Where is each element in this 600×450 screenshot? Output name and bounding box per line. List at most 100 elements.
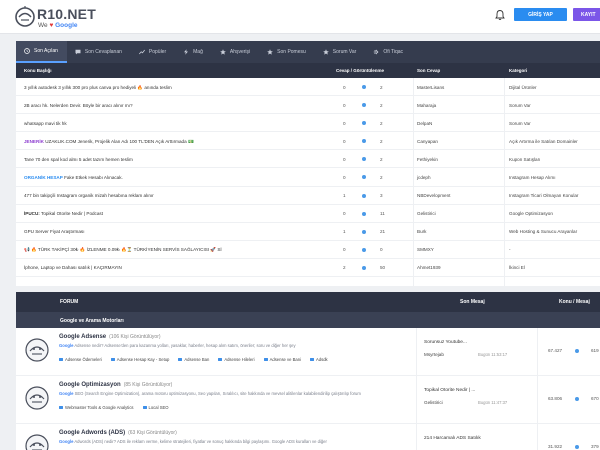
table-row[interactable]: ORGANİK HESAP Fake Etkek Hesabı Alınacak… — [16, 168, 600, 187]
topic-title-link[interactable]: whatsapp mavi tik hk — [24, 121, 67, 126]
last-reply-user[interactable]: Maharaja — [417, 103, 436, 108]
last-reply-user[interactable]: MasterLisans — [417, 85, 444, 90]
site-logo[interactable]: R10.NET We ♥ Google — [14, 4, 96, 30]
last-reply-user[interactable]: NBDevelopment — [417, 193, 450, 198]
subforum-link[interactable]: Adsense Ban — [178, 357, 209, 362]
topic-category-link[interactable]: - — [509, 247, 511, 252]
subforum-link[interactable]: Local SEO — [142, 405, 169, 410]
forum-description: Google Adsense nedir? Adsense'den para k… — [59, 343, 404, 349]
view-count: 2 — [380, 138, 383, 144]
table-row[interactable]: whatsapp mavi tik hk 0 2 DelpaN Sorum Var — [16, 114, 600, 133]
topic-category-link[interactable]: Web Hosting & Sunucu Arayanlar — [509, 229, 577, 234]
topics-table-header: Konu Başlığı Cevap / Görüntülenme Son Ce… — [16, 63, 600, 78]
last-reply-user[interactable]: Burk — [417, 229, 426, 234]
topic-category-link[interactable]: İkinci El — [509, 265, 525, 270]
last-reply-user[interactable]: Gelistirici — [417, 211, 436, 216]
topic-category-link[interactable]: Açık Artırma ile Satılan Domainler — [509, 139, 578, 144]
tab-label: Son Pomesu — [277, 49, 306, 55]
forum-title-link[interactable]: Google Adwords (ADS) (63 Kişi Görüntülüyo… — [59, 430, 177, 436]
topic-title-link[interactable]: GPU Server Fiyat Araştırması — [24, 229, 85, 234]
post-count: 670 — [591, 396, 599, 401]
login-button[interactable]: GİRİŞ YAP — [514, 8, 567, 21]
topic-title-link[interactable]: İPUCU: Topikal Otorite Nedir | Podcast — [24, 211, 103, 216]
col-stats: Konu / Mesaj — [559, 299, 590, 305]
forum-title-link[interactable]: Google Adsense (106 Kişi Görüntülüyor) — [59, 334, 161, 340]
subforum-link[interactable]: Adsense ve Bani — [263, 357, 301, 362]
last-post-user[interactable]: Msyrtejab — [424, 352, 444, 357]
notification-bell-icon[interactable] — [494, 9, 506, 21]
topic-category-link[interactable]: Kupon Satışları — [509, 157, 540, 162]
table-row[interactable]: İphone, Laptop ve Dahası satılık | KAÇIR… — [16, 259, 600, 278]
last-reply-user[interactable]: SMMXY — [417, 247, 434, 252]
topic-title: Topikal Otorite Nedir | Podcast — [39, 211, 103, 217]
last-reply-user[interactable]: Canyapan — [417, 139, 438, 144]
subforum-link[interactable]: Adsense Hesap Kay - Setup — [110, 357, 170, 362]
table-row[interactable]: JENERİK UZAKLIK.COM Jenerik, Projelik Al… — [16, 132, 600, 151]
forum-row[interactable]: Google Adsense (106 Kişi Görüntülüyor) Goo… — [16, 328, 600, 376]
forum-title-link[interactable]: Google Optimizasyon (85 Kişi Görüntülüyor… — [59, 382, 172, 388]
tab-son-açılan[interactable]: Son Açılan — [16, 41, 67, 63]
status-dot — [362, 121, 366, 126]
subforum-label: Adsense Hesap Kay - Setup — [116, 357, 170, 362]
last-reply-user[interactable]: Ahmet1939 — [417, 265, 441, 270]
topic-title-link[interactable]: JENERİK UZAKLIK.COM Jenerik, Projelik Al… — [24, 139, 194, 145]
last-post-title[interactable]: Sorunsuz Youtube... — [424, 340, 467, 345]
table-row[interactable]: GPU Server Fiyat Araştırması 1 21 Burk Web H… — [16, 223, 600, 241]
topic-category-link[interactable]: Google Optimizasyon — [509, 211, 553, 216]
tab-son-pomesu[interactable]: Son Pomesu — [259, 41, 315, 63]
post-count: 619 — [591, 348, 599, 353]
table-row[interactable]: 3 yıllık autodesk 3 yıllık 300 pro plus … — [16, 78, 600, 97]
topic-title-link[interactable]: 📢 🔥 TÜRK TAKİPÇİ 30₺ 🔥 İZLENME 0.09₺ 🔥⏳ … — [24, 247, 222, 253]
topic-title-link[interactable]: 2B aracı hk. Nelerden Devir. Böyle bir a… — [24, 103, 133, 108]
forum-section-header[interactable]: Google ve Arama Motorları — [16, 312, 600, 328]
forum-row[interactable]: Google Optimizasyon (85 Kişi Görüntülüyor… — [16, 376, 600, 424]
gear-icon — [374, 49, 379, 55]
last-reply-user[interactable]: Fethiyekin — [417, 157, 438, 162]
subforum-link[interactable]: Adsense Hileleri — [218, 357, 255, 362]
subforum-label: Adsense Hileleri — [224, 357, 255, 362]
subforum-link[interactable]: Webmaster Tools & Google Analytics — [59, 405, 134, 410]
topics-list: 3 yıllık autodesk 3 yıllık 300 pro plus … — [16, 78, 600, 278]
latest-topics-panel: Son Açılan Son Cevaplanan Popüler Mağ Ahşver… — [16, 41, 600, 286]
tab-mağ[interactable]: Mağ — [175, 41, 212, 63]
topic-title: GPU Server Fiyat Araştırması — [24, 229, 85, 235]
topic-title-link[interactable]: ORGANİK HESAP Fake Etkek Hesabı Alınacak… — [24, 175, 123, 180]
table-row[interactable]: Tane 70 den spal kod almı 5 adet tazım h… — [16, 150, 600, 169]
topic-title-link[interactable]: Tane 70 den spal kod almı 5 adet tazım h… — [24, 157, 133, 162]
view-count: 2 — [380, 174, 383, 180]
subforum-link[interactable]: Adsense Ödemeleri — [59, 357, 102, 362]
forum-desc-text: Adwords (ADS) nedir? ADS ile reklam verm… — [73, 439, 327, 444]
tab-sorum-var[interactable]: Sorum Var — [315, 41, 366, 63]
topic-title-link[interactable]: 3 yıllık autodesk 3 yıllık 300 pro plus … — [24, 85, 172, 91]
last-post-date: Bugün 11:47:37 — [478, 400, 508, 405]
subforum-label: Adsdk — [316, 357, 328, 362]
tab-ofi-tiqac[interactable]: Ofi Tiqac — [365, 41, 412, 63]
table-row[interactable]: 2B aracı hk. Nelerden Devir. Böyle bir a… — [16, 96, 600, 115]
topic-category-link[interactable]: Sorum Var — [509, 103, 531, 108]
topic-category-link[interactable]: Dijital Ürünler — [509, 85, 537, 90]
table-row[interactable]: 📢 🔥 TÜRK TAKİPÇİ 30₺ 🔥 İZLENME 0.09₺ 🔥⏳ … — [16, 241, 600, 259]
tab-label: Son Cevaplanan — [84, 49, 122, 55]
brand-google: Google — [59, 343, 74, 348]
topic-category-link[interactable]: Instagram Ticari Olmayan Konular — [509, 193, 578, 198]
last-post-title[interactable]: Topikal Otorite Nedir | ... — [424, 388, 475, 393]
table-row[interactable]: İPUCU: Topikal Otorite Nedir | Podcast 0 1… — [16, 205, 600, 223]
subforum-link[interactable]: Adsdk — [310, 357, 328, 362]
topic-title-link[interactable]: İphone, Laptop ve Dahası satılık | KAÇIR… — [24, 265, 122, 270]
tab-son-cevaplanan[interactable]: Son Cevaplanan — [67, 41, 131, 63]
last-reply-user[interactable]: DelpaN — [417, 121, 432, 126]
table-row[interactable]: 477 bin takipçili Instagram organik miza… — [16, 187, 600, 205]
tab-popüler[interactable]: Popüler — [131, 41, 175, 63]
register-button[interactable]: KAYIT — [573, 8, 600, 21]
forum-section-title: Google ve Arama Motorları — [60, 317, 124, 324]
last-post-user[interactable]: Gelistirici — [424, 400, 443, 405]
topic-category-link[interactable]: Instagram Hesap Alımı — [509, 175, 555, 180]
topic-category-link[interactable]: Sorum Var — [509, 121, 531, 126]
reply-count: 2 — [343, 265, 346, 271]
last-reply-user[interactable]: jcdeph — [417, 175, 431, 180]
topic-title-link[interactable]: 477 bin takipçili Instagram organik miza… — [24, 193, 154, 198]
forum-row[interactable]: Google Adwords (ADS) (63 Kişi Görüntülüyo… — [16, 424, 600, 450]
last-post-title[interactable]: 214 Harcamalı ADS Satılık — [424, 436, 481, 441]
tab-ahşverişi[interactable]: Ahşverişi — [212, 41, 259, 63]
reply-count: 1 — [343, 193, 346, 199]
